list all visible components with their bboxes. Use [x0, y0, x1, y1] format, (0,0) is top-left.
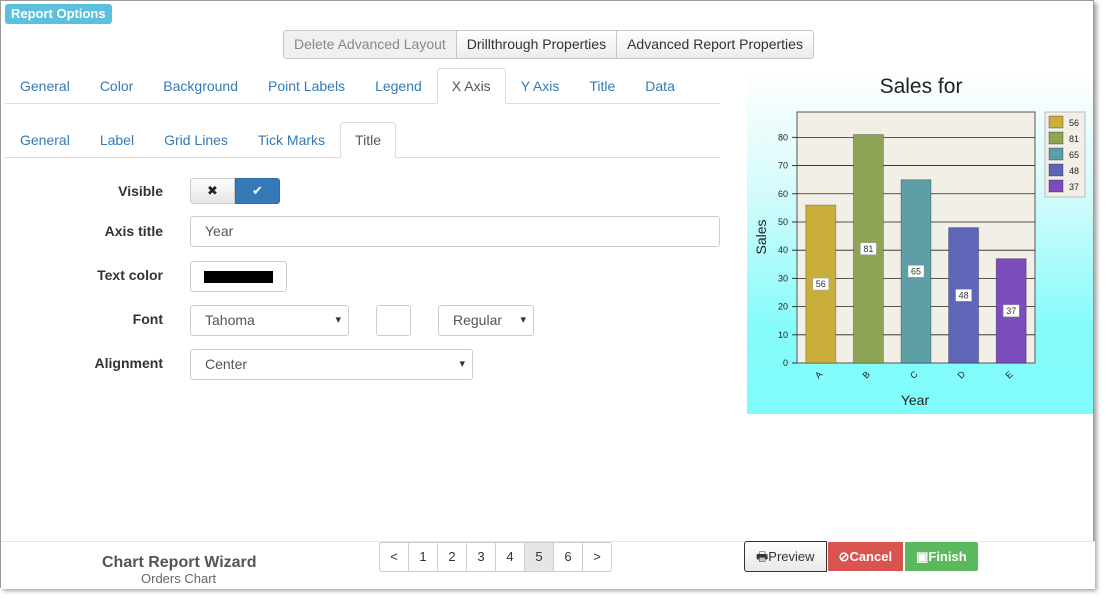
legend-swatch: [1048, 163, 1064, 177]
pager-page-3[interactable]: 3: [466, 542, 496, 572]
y-tick-label: 40: [778, 245, 788, 255]
cancel-label: Cancel: [849, 549, 893, 564]
legend-swatch: [1048, 147, 1064, 161]
finish-button[interactable]: ▣Finish: [904, 541, 979, 572]
y-tick-label: 80: [778, 132, 788, 142]
chart-preview: 0 10 20 30 40 50 60 70 80 56 A 81 B 65 C 48 D 37 E Sales fo…: [747, 69, 1093, 414]
text-color-picker[interactable]: [190, 261, 287, 292]
data-label: 56: [816, 279, 826, 289]
tab-x-axis[interactable]: X Axis: [436, 68, 506, 104]
drillthrough-properties-button[interactable]: Drillthrough Properties: [455, 30, 618, 59]
subtab-title[interactable]: Title: [340, 122, 396, 158]
data-label: 81: [863, 244, 873, 254]
printer-icon: 🖶: [756, 549, 769, 564]
pager-next[interactable]: >: [582, 542, 612, 572]
report-options-badge[interactable]: Report Options: [5, 4, 112, 24]
x-tick-label: A: [813, 369, 824, 380]
tab-title[interactable]: Title: [574, 68, 630, 104]
advanced-report-properties-button[interactable]: Advanced Report Properties: [616, 30, 814, 59]
tab-y-axis[interactable]: Y Axis: [506, 68, 575, 104]
pager-page-5[interactable]: 5: [524, 542, 554, 572]
legend-label: 65: [1069, 150, 1079, 160]
axis-title-input[interactable]: Year: [190, 216, 720, 247]
toggle-on-check-icon[interactable]: ✔: [235, 178, 280, 204]
main-tabs: General Color Background Point Labels Le…: [5, 68, 720, 104]
axis-title-label: Axis title: [104, 223, 163, 239]
tab-background[interactable]: Background: [148, 68, 253, 104]
x-tick-label: E: [1003, 369, 1014, 380]
legend-label: 56: [1069, 118, 1079, 128]
data-label: 37: [1006, 306, 1016, 316]
tab-point-labels[interactable]: Point Labels: [253, 68, 360, 104]
subtab-tick-marks[interactable]: Tick Marks: [243, 122, 340, 158]
report-options-window: Report Options Delete Advanced Layout Dr…: [0, 0, 1095, 589]
alignment-select[interactable]: Center: [190, 349, 473, 380]
subtab-label[interactable]: Label: [85, 122, 149, 158]
pager-page-4[interactable]: 4: [495, 542, 525, 572]
wizard-subtitle: Orders Chart: [141, 571, 217, 586]
x-tick-label: B: [861, 369, 872, 380]
toggle-off-icon[interactable]: ✖: [190, 178, 235, 204]
x-axis-title: Year: [901, 392, 930, 408]
legend-swatch: [1048, 131, 1064, 145]
tab-data[interactable]: Data: [630, 68, 690, 104]
chart-title: Sales for: [880, 75, 963, 98]
y-axis-title: Sales: [753, 219, 769, 254]
subtab-general[interactable]: General: [5, 122, 85, 158]
y-tick-label: 50: [778, 217, 788, 227]
data-label: 65: [911, 266, 921, 276]
legend-swatch: [1048, 115, 1064, 129]
pager-prev[interactable]: <: [379, 542, 409, 572]
tab-color[interactable]: Color: [85, 68, 148, 104]
bar-chart: 0 10 20 30 40 50 60 70 80 56 A 81 B 65 C 48 D 37 E Sales fo…: [753, 75, 1086, 408]
font-size-input[interactable]: [376, 305, 411, 336]
tab-legend[interactable]: Legend: [360, 68, 437, 104]
y-tick-label: 10: [778, 330, 788, 340]
pager-page-1[interactable]: 1: [408, 542, 438, 572]
x-tick-label: D: [956, 369, 968, 381]
data-label: 48: [959, 290, 969, 300]
alignment-label: Alignment: [94, 355, 163, 371]
preview-button[interactable]: 🖶Preview: [744, 541, 827, 572]
visible-toggle[interactable]: ✖ ✔: [190, 178, 280, 204]
y-tick-label: 20: [778, 302, 788, 312]
pager-page-2[interactable]: 2: [437, 542, 467, 572]
sub-tabs: General Label Grid Lines Tick Marks Titl…: [5, 122, 720, 158]
wizard-title: Chart Report Wizard: [102, 554, 257, 571]
y-tick-label: 60: [778, 189, 788, 199]
cancel-button[interactable]: ⊘Cancel: [826, 541, 905, 572]
y-tick-label: 0: [783, 358, 788, 368]
legend-label: 37: [1069, 182, 1079, 192]
font-style-select[interactable]: Regular: [438, 305, 534, 336]
delete-advanced-layout-button[interactable]: Delete Advanced Layout: [283, 30, 457, 59]
pager-page-6[interactable]: 6: [553, 542, 583, 572]
font-label: Font: [132, 311, 163, 327]
font-family-select[interactable]: Tahoma: [190, 305, 349, 336]
tab-general[interactable]: General: [5, 68, 85, 104]
finish-label: Finish: [928, 549, 967, 564]
y-tick-label: 30: [778, 273, 788, 283]
text-color-swatch: [204, 271, 273, 283]
wizard-actions: 🖶Preview ⊘Cancel ▣Finish: [744, 541, 979, 572]
text-color-label: Text color: [97, 267, 163, 283]
legend-swatch: [1048, 179, 1064, 193]
preview-label: Preview: [768, 549, 815, 564]
top-button-group: Delete Advanced Layout Drillthrough Prop…: [283, 30, 814, 59]
save-icon: ▣: [916, 549, 929, 564]
legend-label: 48: [1069, 166, 1079, 176]
legend-label: 81: [1069, 134, 1079, 144]
ban-icon: ⊘: [838, 549, 850, 564]
pagination: < 1 2 3 4 5 6 >: [379, 542, 612, 572]
subtab-grid-lines[interactable]: Grid Lines: [149, 122, 243, 158]
visible-label: Visible: [118, 183, 163, 199]
x-tick-label: C: [908, 369, 920, 381]
y-tick-label: 70: [778, 161, 788, 171]
